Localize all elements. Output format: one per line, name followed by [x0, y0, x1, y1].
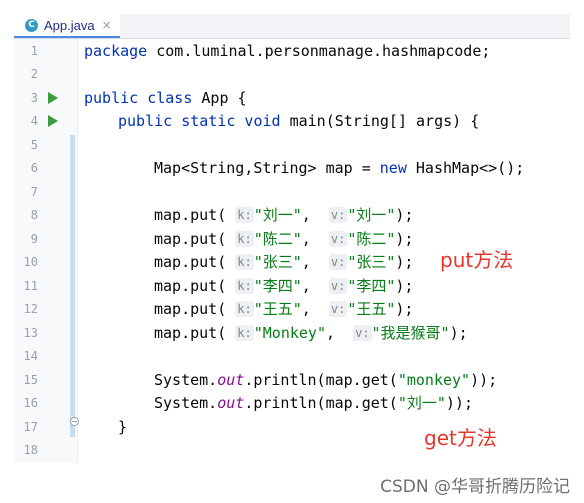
line-number: 12 [23, 302, 38, 316]
code-text[interactable]: } [118, 416, 127, 439]
code-text[interactable]: map.put( k: "Monkey", v: "我是猴哥"); [154, 322, 468, 345]
line-number: 3 [30, 91, 38, 105]
code-text[interactable]: map.put( k: "陈二", v: "陈二"); [154, 228, 413, 251]
code-line: 5 [14, 134, 570, 157]
param-hint-k: k: [235, 207, 254, 223]
run-icon[interactable] [48, 115, 58, 127]
line-number: 1 [30, 44, 38, 58]
close-icon[interactable]: × [102, 18, 112, 32]
put-method-annotation: put方法 [440, 248, 514, 272]
param-hint-k: k: [235, 325, 254, 341]
line-number: 11 [23, 279, 38, 293]
code-text[interactable]: map.put( k: "刘一", v: "刘一"); [154, 204, 413, 227]
code-line: 7 [14, 181, 570, 204]
watermark: CSDN @华哥折腾历险记 [380, 477, 570, 497]
code-text[interactable]: map.put( k: "张三", v: "张三"); [154, 251, 413, 274]
tab-app-java[interactable]: C App.java × [14, 14, 120, 38]
code-line: 4 public static void main(String[] args)… [14, 110, 570, 133]
java-class-icon: C [25, 18, 38, 32]
code-text[interactable]: map.put( k: "李四", v: "李四"); [154, 275, 413, 298]
code-text[interactable]: public static void main(String[] args) { [118, 110, 479, 133]
code-text[interactable]: System.out.println(map.get("monkey")); [154, 369, 497, 392]
line-number: 7 [30, 185, 38, 199]
param-hint-v: v: [328, 254, 348, 270]
line-number: 13 [23, 326, 38, 340]
param-hint-k: k: [235, 301, 254, 317]
run-icon[interactable] [48, 92, 58, 104]
line-number: 8 [30, 208, 38, 222]
param-hint-v: v: [328, 301, 348, 317]
param-hint-v: v: [328, 207, 348, 223]
code-line: 12 map.put( k: "王五", v: "王五"); [14, 298, 570, 321]
param-hint-k: k: [235, 254, 254, 270]
code-text[interactable]: package com.luminal.personmanage.hashmap… [84, 40, 490, 63]
code-line: 8 map.put( k: "刘一", v: "刘一"); [14, 204, 570, 227]
code-line: 15 System.out.println(map.get("monkey"))… [14, 369, 570, 392]
line-number: 6 [30, 161, 38, 175]
line-number: 15 [23, 373, 38, 387]
get-method-annotation: get方法 [424, 426, 497, 450]
editor-tab-bar: C App.java × [14, 14, 570, 39]
line-number: 14 [23, 349, 38, 363]
tab-label: App.java [44, 17, 95, 33]
line-number: 5 [30, 138, 38, 152]
param-hint-k: k: [235, 278, 254, 294]
code-line: 11 map.put( k: "李四", v: "李四"); [14, 275, 570, 298]
line-number: 17 [23, 420, 38, 434]
line-number: 18 [23, 443, 38, 457]
code-text[interactable]: Map<String,String> map = new HashMap<>()… [154, 157, 524, 180]
param-hint-v: v: [328, 231, 348, 247]
line-number: 10 [23, 255, 38, 269]
line-number: 2 [30, 67, 38, 81]
code-line: 2 [14, 63, 570, 86]
param-hint-k: k: [235, 231, 254, 247]
param-hint-v: v: [328, 278, 348, 294]
code-line: 13 map.put( k: "Monkey", v: "我是猴哥"); [14, 322, 570, 345]
code-line: 14 [14, 345, 570, 368]
code-text[interactable]: System.out.println(map.get("刘一")); [154, 392, 473, 415]
line-number: 16 [23, 396, 38, 410]
code-text[interactable]: map.put( k: "王五", v: "王五"); [154, 298, 413, 321]
line-number: 4 [30, 114, 38, 128]
code-text[interactable]: public class App { [84, 87, 247, 110]
code-line: 3 public class App { [14, 87, 570, 110]
code-line: 6 Map<String,String> map = new HashMap<>… [14, 157, 570, 180]
code-line: 16 System.out.println(map.get("刘一")); [14, 392, 570, 415]
line-number: 9 [30, 232, 38, 246]
param-hint-v: v: [353, 325, 372, 341]
code-line: 1 package com.luminal.personmanage.hashm… [14, 40, 570, 63]
